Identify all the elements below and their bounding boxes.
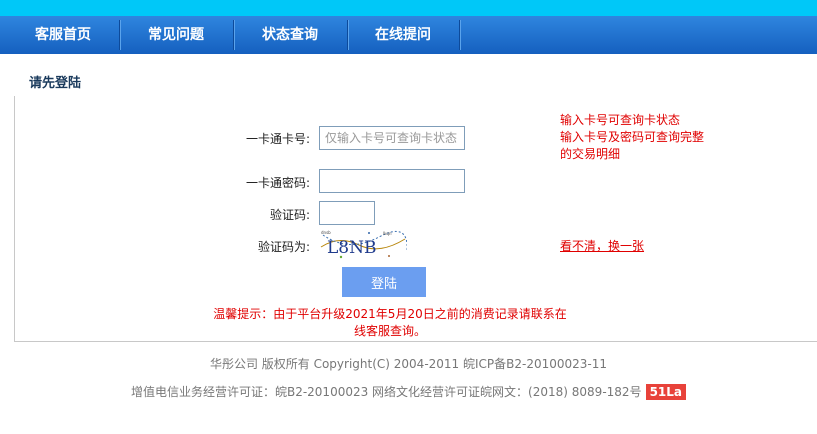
hint-line: 输入卡号可查询卡状态 [560,113,681,127]
notice-text: 温馨提示：由于平台升级2021年5月20日之前的消费记录请联系在线客服查询。 [213,307,567,338]
svg-text:dnsb: dnsb [321,230,331,235]
card-number-label: 一卡通卡号: [245,132,310,146]
captcha-image[interactable]: dnsb lkqn L8NB [319,229,408,261]
main-nav: 客服首页 常见问题 状态查询 在线提问 [0,16,817,54]
refresh-captcha-link[interactable]: 看不清，换一张 [560,237,644,254]
nav-divider [459,20,460,50]
footer-license: 增值电信业务经营许可证：皖B2-20100023 网络文化经营许可证皖网文：(2… [0,383,817,400]
svg-text:lkqn: lkqn [383,231,392,236]
login-button[interactable]: 登陆 [342,267,426,297]
nav-online-question[interactable]: 在线提问 [348,16,458,54]
hint-line: 的交易明细 [560,147,621,161]
nav-status-query[interactable]: 状态查询 [234,16,346,54]
captcha-graphic: dnsb lkqn L8NB [320,230,408,259]
verification-code-input[interactable] [319,201,375,225]
hint-text: 输入卡号可查询卡状态 输入卡号及密码可查询完整 的交易明细 [560,112,704,163]
nav-faq[interactable]: 常见问题 [120,16,232,54]
top-accent-bar [0,0,817,16]
card-number-input[interactable] [319,126,465,150]
footer-copyright: 华彤公司 版权所有 Copyright(C) 2004-2011 皖ICP备B2… [209,357,608,371]
footer-license-text: 增值电信业务经营许可证：皖B2-20100023 网络文化经营许可证皖网文：(2… [130,385,642,399]
nav-home[interactable]: 客服首页 [8,16,118,54]
page-title: 请先登陆 [29,76,82,91]
hint-line: 输入卡号及密码可查询完整 [560,130,705,144]
captcha-text: L8NB [327,238,376,258]
verification-code-label: 验证码: [269,208,310,222]
password-label: 一卡通密码: [245,176,310,190]
captcha-label: 验证码为: [257,240,310,254]
password-input[interactable] [319,169,465,193]
stats-badge[interactable]: 51La [645,384,687,400]
